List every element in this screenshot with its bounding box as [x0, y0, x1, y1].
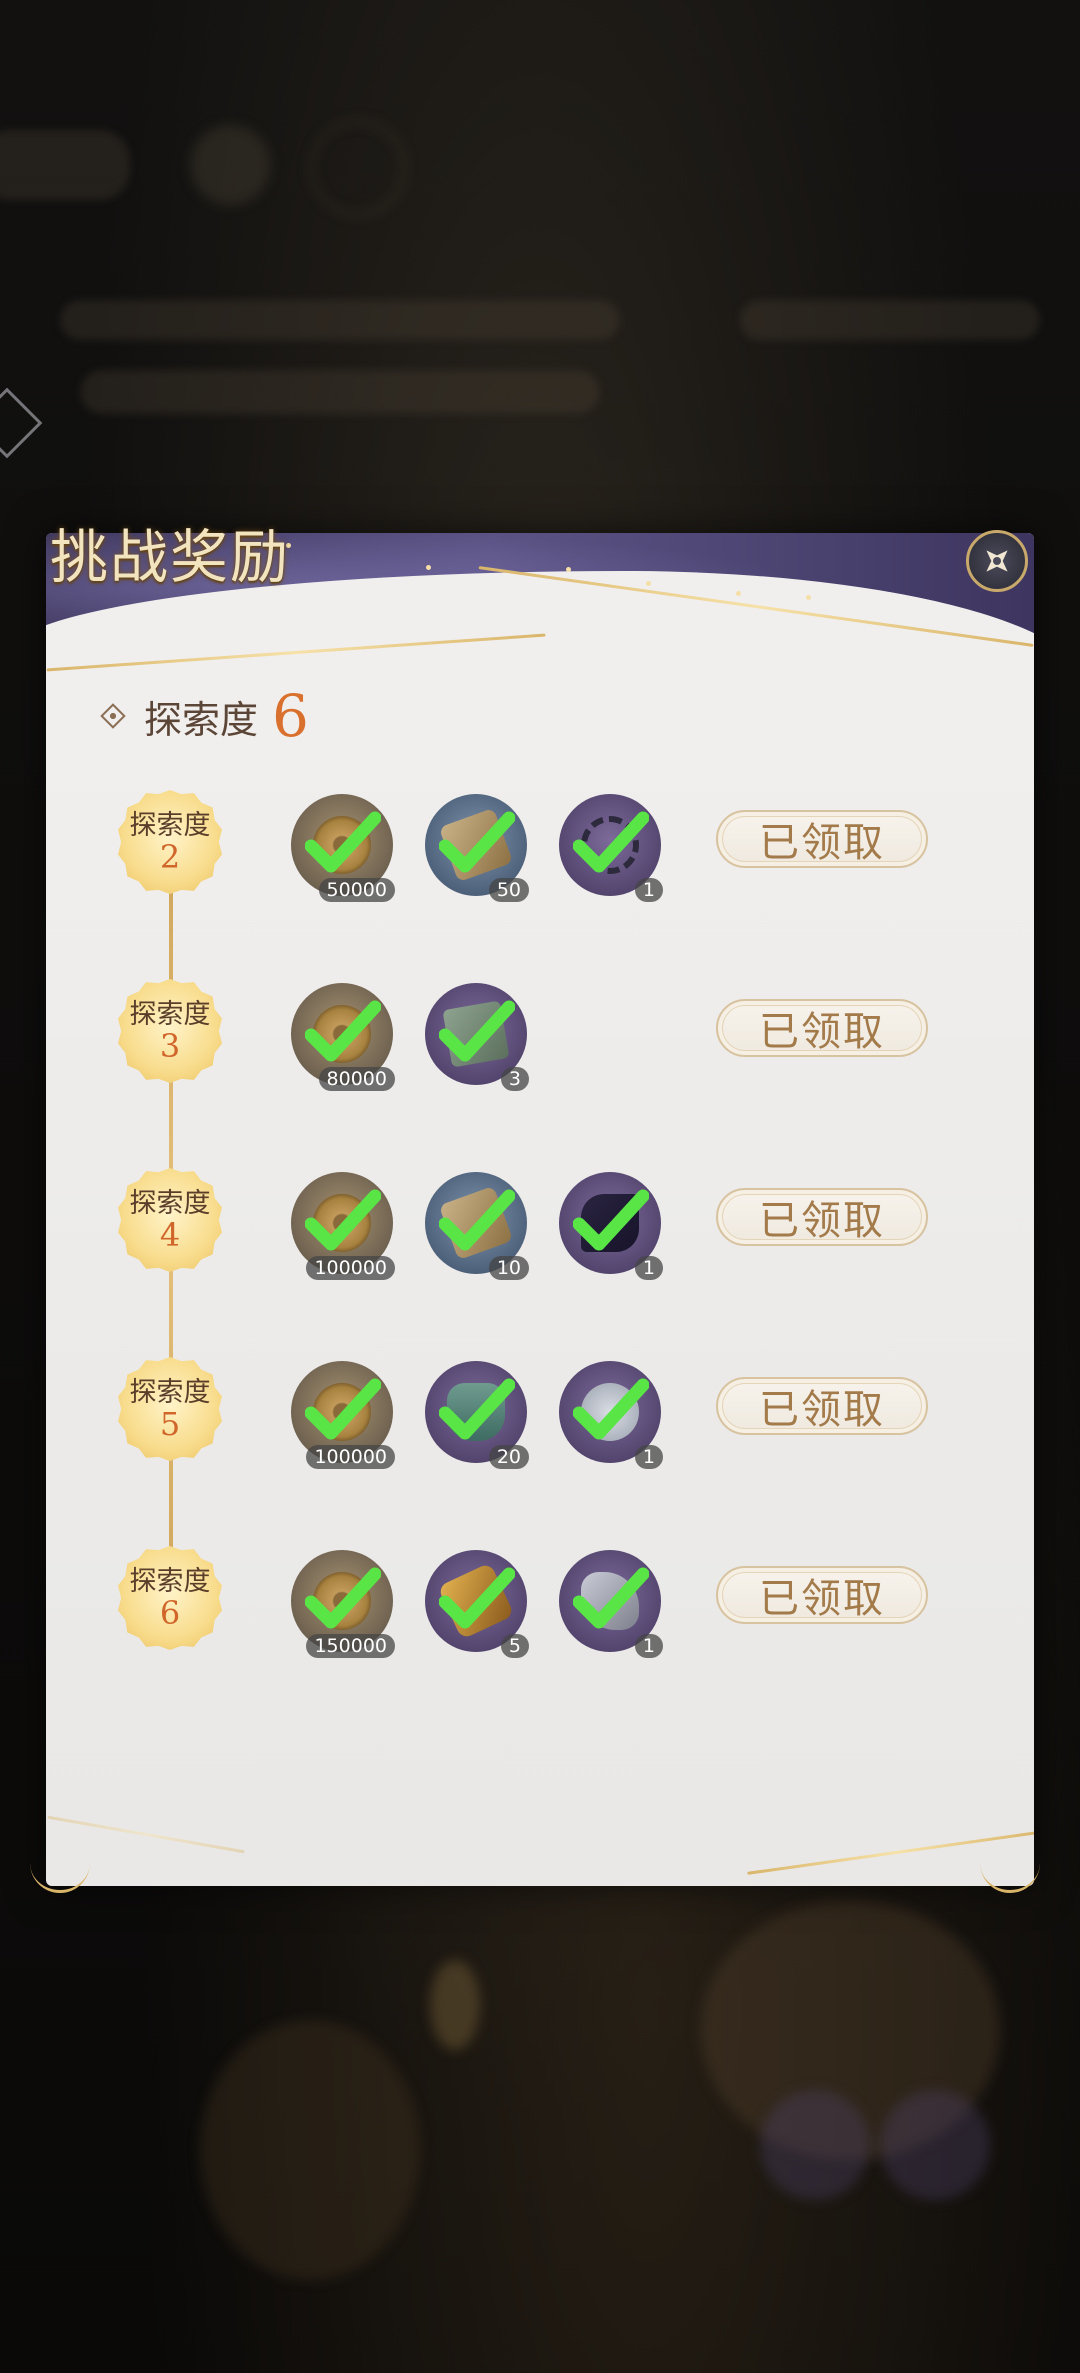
tier-badge-level: 6 [159, 1594, 181, 1632]
check-icon [439, 1378, 515, 1440]
claimed-button-label: 已领取 [759, 1009, 885, 1055]
header-wave [46, 571, 1034, 791]
background-blur-element [760, 2090, 870, 2200]
check-icon [439, 1567, 515, 1629]
check-icon [305, 811, 381, 873]
background-blur-element [880, 2090, 990, 2200]
tier-badge-level: 4 [159, 1216, 181, 1254]
reward-tier-row: 探索度 2 50000 50 1 已领取 [0, 790, 1080, 902]
check-icon [305, 1189, 381, 1251]
sparkle [736, 591, 741, 596]
tier-badge: 探索度 3 [118, 979, 222, 1083]
exploration-summary: 探索度 6 [100, 682, 309, 750]
reward-quantity: 150000 [306, 1634, 395, 1658]
tier-badge-level: 5 [159, 1405, 181, 1443]
footer-gold-trim [47, 1815, 245, 1854]
reward-quantity: 50000 [318, 878, 395, 902]
reward-quantity: 20 [488, 1445, 529, 1469]
reward-quantity: 1 [634, 1445, 663, 1469]
reward-quantity: 100000 [306, 1445, 395, 1469]
reward-item-coin[interactable]: 80000 [291, 983, 395, 1091]
exploration-value: 6 [272, 682, 309, 750]
check-icon [573, 1567, 649, 1629]
reward-quantity: 50 [488, 878, 529, 902]
reward-quantity: 3 [500, 1067, 529, 1091]
reward-item-doll[interactable]: 1 [559, 1361, 663, 1469]
sparkle [566, 567, 571, 572]
reward-quantity: 10 [488, 1256, 529, 1280]
reward-item-coin[interactable]: 100000 [291, 1172, 395, 1280]
check-icon [305, 1378, 381, 1440]
claimed-button-label: 已领取 [759, 1576, 885, 1622]
tier-badge-label: 探索度 [129, 1566, 211, 1597]
claimed-button[interactable]: 已领取 [716, 1377, 928, 1435]
reward-tier-row: 探索度 5 100000 20 1 已领取 [0, 1357, 1080, 1469]
background-blur-element [190, 125, 270, 205]
sparkle [426, 565, 431, 570]
background-blur-element [430, 1960, 480, 2050]
tier-badge-level: 3 [159, 1027, 181, 1065]
check-icon [439, 1189, 515, 1251]
sparkle [806, 595, 811, 600]
reward-tier-row: 探索度 3 80000 3 已领取 [0, 979, 1080, 1091]
background-blur-element [200, 2020, 420, 2280]
close-button[interactable] [966, 530, 1028, 592]
check-icon [573, 811, 649, 873]
tier-badge-label: 探索度 [129, 1188, 211, 1219]
reward-item-blade[interactable]: 1 [559, 1172, 663, 1280]
background-blur-element [60, 300, 620, 340]
tier-badge-label: 探索度 [129, 1377, 211, 1408]
background-blur-element [740, 300, 1040, 340]
reward-quantity: 1 [634, 1256, 663, 1280]
tier-badge-level: 2 [159, 838, 181, 876]
claimed-button-label: 已领取 [759, 1198, 885, 1244]
check-icon [305, 1000, 381, 1062]
reward-item-coin[interactable]: 150000 [291, 1550, 395, 1658]
background-blur-element [310, 120, 406, 216]
reward-tier-row: 探索度 4 100000 10 1 已领取 [0, 1168, 1080, 1280]
tier-badge: 探索度 2 [118, 790, 222, 894]
check-icon [439, 811, 515, 873]
claimed-button[interactable]: 已领取 [716, 1188, 928, 1246]
close-icon [986, 550, 1008, 572]
tier-badge-label: 探索度 [129, 999, 211, 1030]
reward-tier-row: 探索度 6 150000 5 1 已领取 [0, 1546, 1080, 1658]
reward-item-coin[interactable]: 50000 [291, 794, 395, 902]
reward-item-hook[interactable]: 1 [559, 1550, 663, 1658]
claimed-button[interactable]: 已领取 [716, 999, 928, 1057]
check-icon [573, 1378, 649, 1440]
background-blur-element [80, 370, 600, 414]
reward-item-book[interactable]: 3 [425, 983, 529, 1091]
reward-quantity: 5 [500, 1634, 529, 1658]
tier-badge: 探索度 5 [118, 1357, 222, 1461]
reward-item-coin[interactable]: 100000 [291, 1361, 395, 1469]
reward-item-ring[interactable]: 1 [559, 794, 663, 902]
claimed-button[interactable]: 已领取 [716, 1566, 928, 1624]
reward-item-scroll[interactable]: 10 [425, 1172, 529, 1280]
reward-quantity: 80000 [318, 1067, 395, 1091]
dialog-title: 挑战奖励 [50, 523, 291, 591]
background-blur-element [0, 130, 130, 200]
tier-badge: 探索度 6 [118, 1546, 222, 1650]
check-icon [305, 1567, 381, 1629]
sparkle [646, 581, 651, 586]
check-icon [573, 1189, 649, 1251]
reward-quantity: 1 [634, 878, 663, 902]
exploration-label: 探索度 [144, 697, 259, 742]
claimed-button[interactable]: 已领取 [716, 810, 928, 868]
reward-quantity: 100000 [306, 1256, 395, 1280]
claimed-button-label: 已领取 [759, 820, 885, 866]
claimed-button-label: 已领取 [759, 1387, 885, 1433]
diamond-bullet-icon [100, 703, 126, 729]
tier-badge-label: 探索度 [129, 810, 211, 841]
reward-item-scroll[interactable]: 50 [425, 794, 529, 902]
reward-item-vase[interactable]: 20 [425, 1361, 529, 1469]
reward-quantity: 1 [634, 1634, 663, 1658]
reward-item-gold-bar[interactable]: 5 [425, 1550, 529, 1658]
tier-badge: 探索度 4 [118, 1168, 222, 1272]
check-icon [439, 1000, 515, 1062]
